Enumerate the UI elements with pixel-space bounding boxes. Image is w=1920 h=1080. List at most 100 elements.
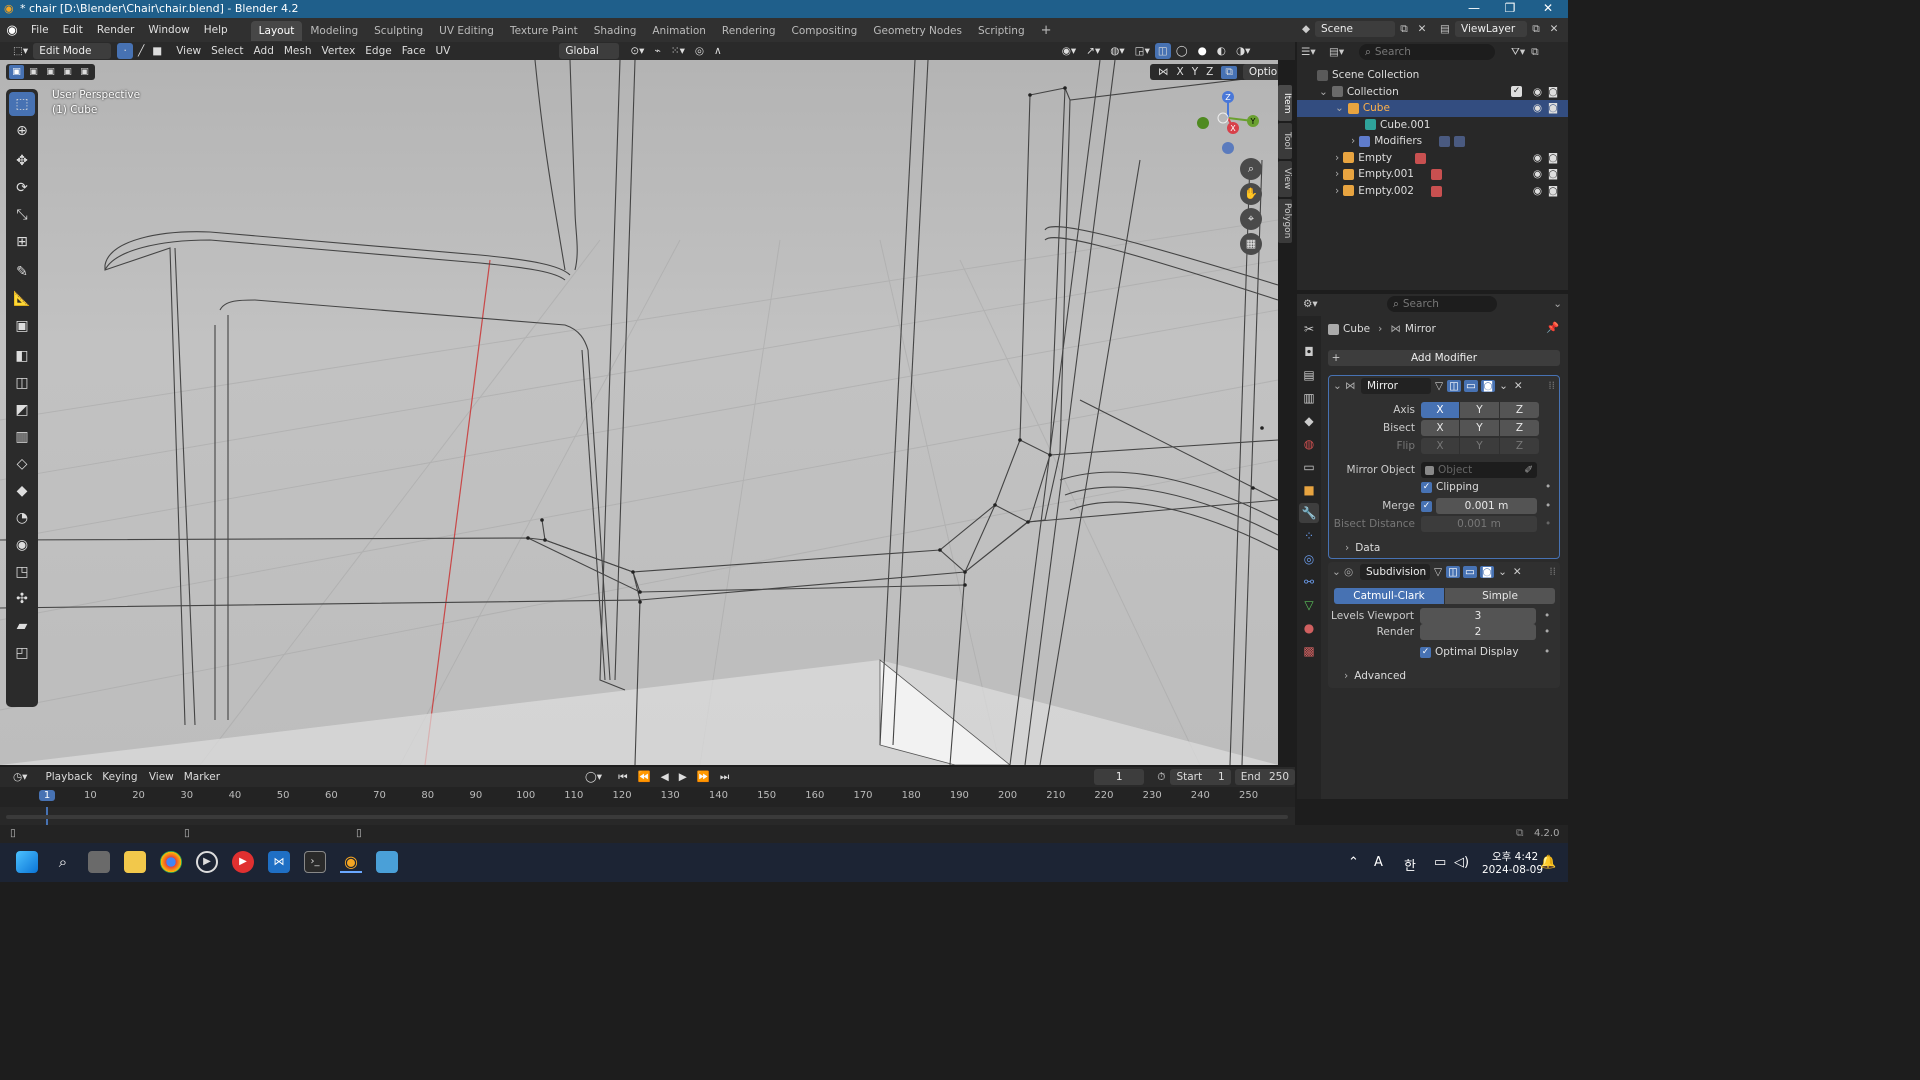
eye-icon[interactable]: ◉ bbox=[1533, 166, 1542, 183]
bisect-distance-field[interactable]: 0.001 m bbox=[1421, 516, 1537, 532]
menu-help[interactable]: Help bbox=[197, 18, 235, 42]
keyframe-dot-icon[interactable]: • bbox=[1545, 518, 1551, 530]
clipping-checkbox[interactable]: ✓ bbox=[1421, 481, 1432, 493]
eye-icon[interactable]: ◉ bbox=[1533, 100, 1542, 117]
simple-button[interactable]: Simple bbox=[1445, 588, 1555, 604]
data-tab-icon[interactable]: ▽ bbox=[1299, 595, 1319, 615]
collection-tab-icon[interactable]: ▭ bbox=[1299, 457, 1319, 477]
mirror-y-toggle[interactable]: Y bbox=[1188, 66, 1202, 78]
outliner-row-cube-001[interactable]: Cube.001 bbox=[1297, 117, 1568, 134]
visibility-icon[interactable]: ◉▾ bbox=[1057, 43, 1081, 59]
inset-tool-icon[interactable]: ◫ bbox=[9, 371, 35, 395]
scale-tool-icon[interactable]: ⤡ bbox=[9, 203, 35, 227]
cursor-tool-icon[interactable]: ⊕ bbox=[9, 119, 35, 143]
remove-mirror-icon[interactable]: ✕ bbox=[1514, 380, 1523, 392]
tab-layout[interactable]: Layout bbox=[250, 21, 303, 41]
flip-y-toggle[interactable]: Y bbox=[1460, 438, 1499, 454]
edit-cage-icon[interactable]: ▽ bbox=[1434, 566, 1442, 578]
tab-scripting[interactable]: Scripting bbox=[970, 21, 1033, 41]
axis-y-toggle[interactable]: Y bbox=[1460, 402, 1499, 418]
camera-icon[interactable]: ◙ bbox=[1548, 84, 1558, 101]
start-frame-field[interactable]: Start 1 bbox=[1170, 769, 1231, 785]
material-shading-icon[interactable]: ◐ bbox=[1212, 43, 1231, 59]
tab-geometry-nodes[interactable]: Geometry Nodes bbox=[865, 21, 970, 41]
outliner-search[interactable]: ⌕ Search bbox=[1359, 44, 1495, 60]
gizmo-neg-y[interactable] bbox=[1197, 117, 1209, 129]
expand-icon[interactable]: › bbox=[1335, 168, 1339, 180]
recorder-icon[interactable]: ▶ bbox=[232, 851, 254, 873]
face-select-icon[interactable]: ■ bbox=[149, 43, 165, 59]
mirror-z-toggle[interactable]: Z bbox=[1202, 66, 1217, 78]
jump-end-icon[interactable]: ⏭ bbox=[715, 769, 734, 785]
properties-editor-icon[interactable]: ⚙▾ bbox=[1303, 298, 1327, 310]
tab-view[interactable]: View bbox=[1278, 161, 1292, 197]
snap-icon[interactable]: ⌁ bbox=[649, 43, 665, 59]
bisect-z-toggle[interactable]: Z bbox=[1500, 420, 1539, 436]
render-tab-icon[interactable]: ◘ bbox=[1299, 342, 1319, 362]
menu-window[interactable]: Window bbox=[141, 18, 196, 42]
extrude-tool-icon[interactable]: ◧ bbox=[9, 344, 35, 368]
snap-target-icon[interactable]: ⁙▾ bbox=[666, 43, 690, 59]
play-reverse-icon[interactable]: ◀ bbox=[656, 769, 674, 785]
expand-icon[interactable]: › bbox=[1335, 185, 1339, 197]
search-icon[interactable]: ⌕ bbox=[52, 851, 74, 873]
clock-date[interactable]: 2024-08-09 bbox=[1482, 864, 1543, 876]
keyframe-dot-icon[interactable]: • bbox=[1545, 481, 1551, 493]
keyframe-dot-icon[interactable]: • bbox=[1544, 610, 1550, 622]
filter-icon[interactable]: ⛛▾ bbox=[1511, 46, 1525, 59]
bevel-tool-icon[interactable]: ◩ bbox=[9, 398, 35, 422]
rip-tool-icon[interactable]: ◰ bbox=[9, 641, 35, 665]
subdivision-menu-icon[interactable]: ⌄ bbox=[1498, 566, 1507, 578]
tray-overflow-icon[interactable]: ⌃ bbox=[1348, 855, 1359, 870]
navigation-gizmo[interactable]: Z Y X bbox=[1195, 88, 1265, 158]
collapse-icon[interactable]: ⌄ bbox=[1332, 566, 1344, 578]
menu-add[interactable]: Add bbox=[249, 43, 279, 59]
menu-timeline-view[interactable]: View bbox=[144, 769, 179, 785]
xray-icon[interactable]: ◫ bbox=[1154, 43, 1171, 59]
tab-sculpting[interactable]: Sculpting bbox=[366, 21, 431, 41]
expand-icon[interactable]: › bbox=[1351, 135, 1355, 147]
timeline-body[interactable] bbox=[0, 807, 1295, 825]
bisect-y-toggle[interactable]: Y bbox=[1460, 420, 1499, 436]
output-tab-icon[interactable]: ▤ bbox=[1299, 365, 1319, 385]
menu-playback[interactable]: Playback ▾ bbox=[40, 769, 97, 799]
pan-hand-icon[interactable]: ✋ bbox=[1240, 183, 1262, 205]
menu-edit[interactable]: Edit bbox=[56, 18, 90, 42]
jump-start-icon[interactable]: ⏮ bbox=[613, 769, 632, 785]
rotate-tool-icon[interactable]: ⟳ bbox=[9, 176, 35, 200]
editmode-toggle-icon[interactable]: ◫ bbox=[1447, 380, 1461, 392]
eyedropper-icon[interactable]: ✐ bbox=[1524, 464, 1533, 476]
keyframe-dot-icon[interactable]: • bbox=[1544, 646, 1550, 658]
subdivision-name-field[interactable]: Subdivision bbox=[1360, 564, 1430, 580]
optimal-display-checkbox[interactable]: ✓ bbox=[1420, 646, 1431, 658]
transform-tool-icon[interactable]: ⊞ bbox=[9, 230, 35, 254]
timeline-scrollbar[interactable] bbox=[6, 815, 1288, 819]
scene-field[interactable]: Scene bbox=[1315, 21, 1395, 37]
vertex-select-icon[interactable]: · bbox=[117, 43, 134, 59]
axis-z-toggle[interactable]: Z bbox=[1500, 402, 1539, 418]
auto-merge-icon[interactable]: ⧉ bbox=[1221, 65, 1237, 79]
3d-viewport[interactable]: User Perspective (1) Cube ⋈ X Y Z ⧉ Opti… bbox=[0, 60, 1278, 765]
network-icon[interactable]: ▭ bbox=[1434, 855, 1446, 870]
proportional-edit-icon[interactable]: ◎ bbox=[690, 43, 709, 59]
spin-tool-icon[interactable]: ◔ bbox=[9, 506, 35, 530]
mesh-overlay-icon[interactable]: ◲▾ bbox=[1130, 43, 1155, 59]
knife-tool-icon[interactable]: ◇ bbox=[9, 452, 35, 476]
collapse-icon[interactable]: ⌄ bbox=[1333, 380, 1345, 392]
new-collection-icon[interactable]: ⧉ bbox=[1531, 46, 1539, 59]
blender-taskbar-icon[interactable]: ◉ bbox=[340, 851, 362, 873]
solid-shading-icon[interactable]: ● bbox=[1193, 43, 1212, 59]
wireframe-shading-icon[interactable]: ◯ bbox=[1171, 43, 1193, 59]
menu-edge[interactable]: Edge bbox=[360, 43, 396, 59]
camera-view-icon[interactable]: ⌖ bbox=[1240, 208, 1262, 230]
add-cube-tool-icon[interactable]: ▣ bbox=[9, 314, 35, 338]
flip-x-toggle[interactable]: X bbox=[1421, 438, 1459, 454]
render-toggle-icon[interactable]: ◙ bbox=[1480, 380, 1496, 392]
texture-tab-icon[interactable]: ▩ bbox=[1299, 641, 1319, 661]
rendered-shading-icon[interactable]: ◑▾ bbox=[1231, 43, 1255, 59]
render-toggle-icon[interactable]: ◙ bbox=[1479, 566, 1495, 578]
drag-handle-icon[interactable]: ⁞⁞ bbox=[1549, 566, 1556, 578]
shear-tool-icon[interactable]: ▰ bbox=[9, 614, 35, 638]
merge-checkbox[interactable]: ✓ bbox=[1421, 500, 1432, 512]
menu-file[interactable]: File bbox=[24, 18, 56, 42]
